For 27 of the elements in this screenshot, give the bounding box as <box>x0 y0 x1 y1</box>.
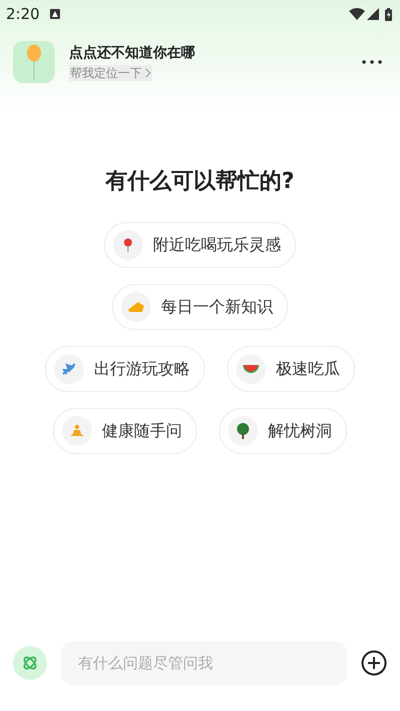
cheese-icon <box>127 301 145 313</box>
suggestion-chip[interactable]: 每日一个新知识 <box>112 284 288 330</box>
atom-icon <box>22 655 38 671</box>
battery-icon <box>385 8 392 20</box>
wifi-icon <box>349 8 365 20</box>
header-title: 点点还不知道你在哪 <box>69 44 195 63</box>
question-input-field[interactable]: 有什么问题尽管问我 <box>61 641 347 685</box>
signal-icon <box>367 8 379 20</box>
assistant-button[interactable] <box>13 646 47 680</box>
avatar-tile[interactable] <box>13 41 55 83</box>
add-icon[interactable] <box>361 650 387 676</box>
more-options-icon[interactable] <box>362 60 382 64</box>
suggestion-chip[interactable]: 出行游玩攻略 <box>45 346 205 392</box>
pin-icon <box>123 238 133 252</box>
watermelon-icon <box>242 363 260 375</box>
welcome-heading: 有什么可以帮忙的? <box>106 168 294 196</box>
status-time: 2:20 <box>6 4 40 25</box>
suggestion-chip[interactable]: 极速吃瓜 <box>227 346 355 392</box>
airplane-icon <box>61 361 77 377</box>
notification-icon <box>50 9 60 19</box>
suggestion-chip[interactable]: 附近吃喝玩乐灵感 <box>104 222 296 268</box>
balloon-icon <box>26 44 42 80</box>
suggestion-chip[interactable]: 解忧树洞 <box>219 408 347 454</box>
chevron-right-icon <box>145 68 151 78</box>
suggestion-chip[interactable]: 健康随手问 <box>53 408 197 454</box>
meditating-figure-icon <box>69 424 85 438</box>
tree-icon <box>236 423 250 439</box>
